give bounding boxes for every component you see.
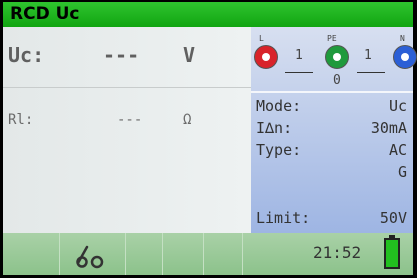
- terminal-status: L 1 PE 1 N 0: [251, 27, 417, 93]
- l-n-indicator: 0: [333, 73, 341, 88]
- type-label: Type:: [256, 141, 302, 159]
- uc-label: Uc:: [8, 43, 45, 67]
- l-pe-line: [285, 72, 313, 73]
- rl-label: Rl:: [8, 112, 34, 128]
- l-pe-indicator: 1: [295, 48, 303, 63]
- limit-value: 50V: [379, 209, 407, 227]
- uc-unit: V: [183, 43, 196, 67]
- settings-info: Mode: Uc I∆n: 30mA Type: AC G Limit: 50V: [251, 93, 413, 233]
- softkey-5[interactable]: [204, 233, 243, 275]
- mode-value: Uc: [388, 97, 407, 115]
- softkey-4[interactable]: [163, 233, 204, 275]
- rl-value: ---: [117, 112, 143, 128]
- terminal-pe-label: PE: [327, 34, 337, 43]
- type-value: AC: [388, 141, 407, 159]
- softkey-3[interactable]: [126, 233, 163, 275]
- terminal-pe-icon: [325, 45, 349, 69]
- softkey-2[interactable]: [60, 233, 126, 275]
- rl-unit: Ω: [183, 112, 192, 128]
- terminal-l-icon: [254, 45, 278, 69]
- battery-icon: [384, 235, 400, 269]
- measurement-panel: Uc: --- V Rl: --- Ω: [3, 27, 251, 233]
- terminal-n-icon: [393, 45, 417, 69]
- screen-title: RCD Uc: [10, 4, 80, 24]
- probe-icon: [76, 245, 104, 269]
- terminal-l-label: L: [259, 34, 264, 43]
- pe-n-line: [357, 72, 385, 73]
- terminal-n-label: N: [400, 34, 405, 43]
- in-value: 30mA: [370, 119, 407, 137]
- pe-n-indicator: 1: [364, 48, 372, 63]
- clock: 21:52: [313, 243, 362, 262]
- type-value-2: G: [397, 163, 407, 181]
- limit-label: Limit:: [256, 209, 311, 227]
- uc-value: ---: [103, 43, 140, 67]
- instrument-screen: RCD Uc Uc: --- V Rl: --- Ω L 1 PE 1 N 0 …: [0, 0, 417, 278]
- softkey-1[interactable]: [3, 233, 60, 275]
- settings-panel: L 1 PE 1 N 0 Mode: Uc I∆n: 30mA Type: AC…: [251, 27, 417, 233]
- status-bar: 21:52: [3, 233, 413, 275]
- in-label: I∆n:: [256, 119, 293, 137]
- mode-label: Mode:: [256, 97, 302, 115]
- title-bar: RCD Uc: [3, 2, 413, 27]
- uc-row: Uc: --- V: [3, 27, 251, 88]
